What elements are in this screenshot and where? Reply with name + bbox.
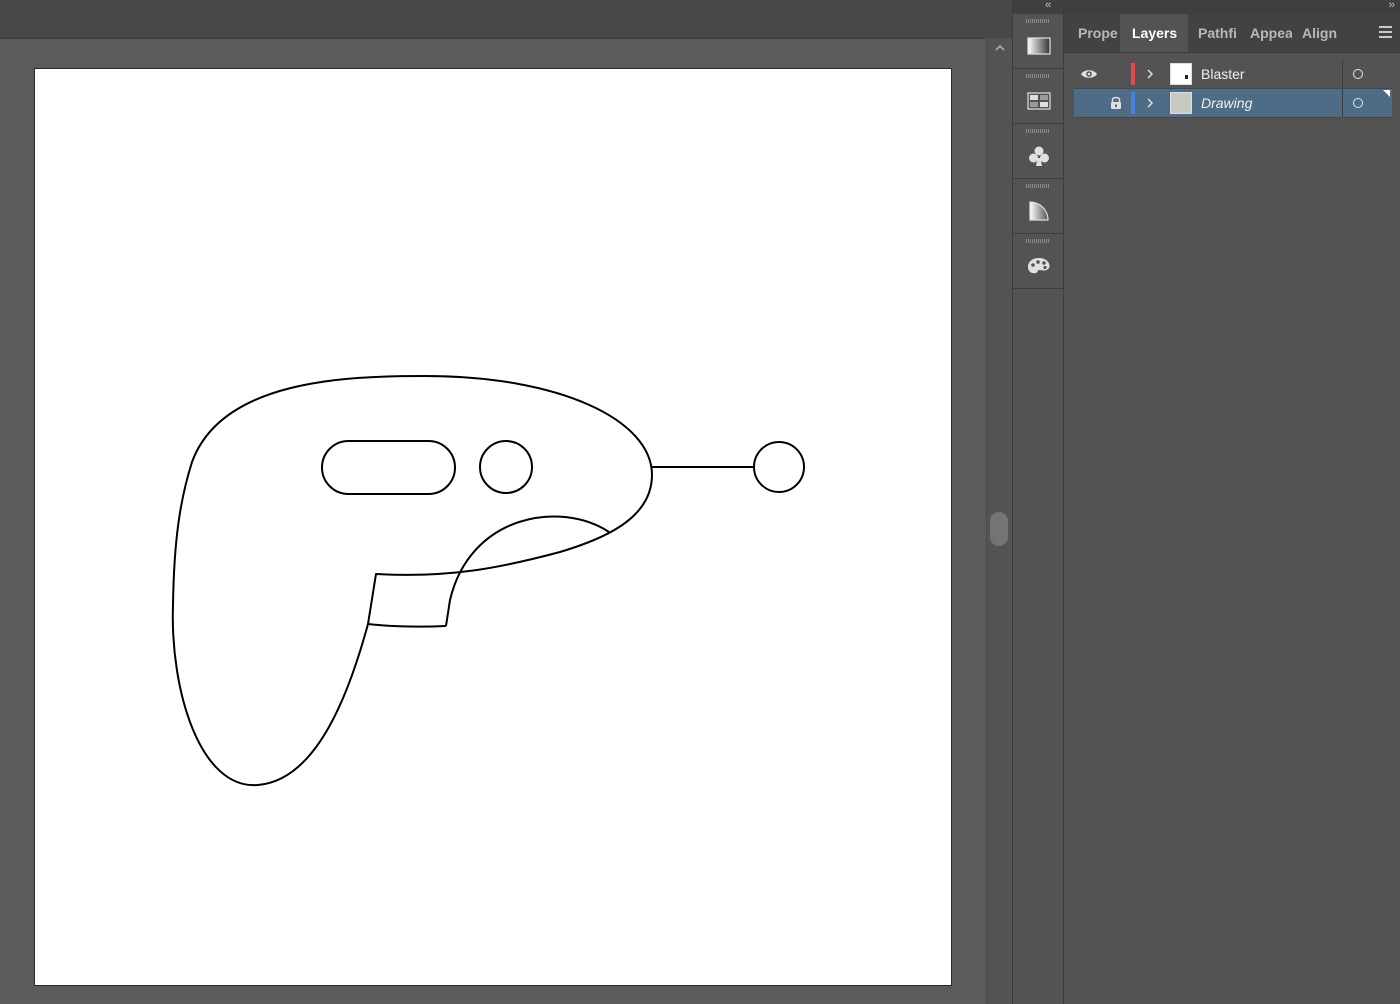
- lock-toggle-empty[interactable]: [1104, 60, 1128, 88]
- tab-appearance[interactable]: Appea: [1240, 14, 1292, 52]
- dock-group-gradient: [1013, 14, 1063, 69]
- target-circle-icon[interactable]: [1353, 69, 1363, 79]
- vertical-scrollbar[interactable]: [986, 38, 1013, 1004]
- layer-name[interactable]: Drawing: [1201, 89, 1252, 117]
- dock-group-brushes: [1013, 234, 1063, 289]
- dock-group-symbols: [1013, 124, 1063, 179]
- tab-properties[interactable]: Prope: [1064, 14, 1120, 52]
- chevron-right-icon[interactable]: [1144, 66, 1156, 82]
- layer-row-blaster[interactable]: Blaster: [1074, 60, 1392, 89]
- collapse-right-icon[interactable]: ››: [1389, 0, 1395, 11]
- brushes-icon[interactable]: [1026, 254, 1052, 278]
- grip-handle[interactable]: [1026, 129, 1050, 133]
- visibility-toggle-empty[interactable]: [1078, 89, 1100, 117]
- layer-thumbnail: [1170, 63, 1192, 85]
- scroll-thumb[interactable]: [990, 512, 1008, 546]
- row-separator: [1342, 60, 1343, 88]
- tab-align[interactable]: Align: [1292, 14, 1342, 52]
- swatches-icon[interactable]: [1026, 89, 1052, 113]
- panel-menu-icon[interactable]: [1379, 26, 1392, 38]
- selected-layer-indicator: [1383, 90, 1390, 97]
- layers-panel: ›› Prope Layers Pathfi Appea Align Blast…: [1064, 0, 1400, 1004]
- artboard[interactable]: [34, 68, 952, 986]
- visibility-eye-icon[interactable]: [1078, 60, 1100, 88]
- panel-tab-bar: Prope Layers Pathfi Appea Align: [1064, 14, 1400, 53]
- layer-color-bar: [1131, 63, 1135, 85]
- target-circle-icon[interactable]: [1353, 98, 1363, 108]
- layers-list: Blaster Drawing: [1074, 60, 1392, 118]
- scroll-up-icon[interactable]: [993, 42, 1007, 56]
- panel-header: ››: [1064, 0, 1400, 14]
- collapse-left-icon[interactable]: ‹‹: [1045, 0, 1051, 11]
- grip-handle[interactable]: [1026, 19, 1050, 23]
- gradient-icon[interactable]: [1026, 34, 1052, 58]
- dock-header: ‹‹: [1013, 0, 1063, 14]
- grip-handle[interactable]: [1026, 184, 1050, 188]
- grip-handle[interactable]: [1026, 74, 1050, 78]
- tab-layers[interactable]: Layers: [1120, 14, 1188, 52]
- symbols-icon[interactable]: [1026, 144, 1052, 168]
- document-canvas-area[interactable]: [0, 0, 1013, 1004]
- layer-color-bar: [1131, 92, 1135, 114]
- layer-thumbnail: [1170, 92, 1192, 114]
- chevron-right-icon[interactable]: [1144, 95, 1156, 111]
- row-separator: [1342, 89, 1343, 117]
- document-top-strip: [0, 0, 1012, 39]
- lock-icon[interactable]: [1104, 89, 1128, 117]
- graphic-styles-icon[interactable]: [1026, 199, 1052, 223]
- tab-pathfinder[interactable]: Pathfi: [1188, 14, 1240, 52]
- grip-handle[interactable]: [1026, 239, 1050, 243]
- dock-group-swatches: [1013, 69, 1063, 124]
- dock-group-graphic-styles: [1013, 179, 1063, 234]
- layer-name[interactable]: Blaster: [1201, 60, 1245, 88]
- panel-icon-dock: ‹‹: [1012, 0, 1064, 1004]
- layer-row-drawing[interactable]: Drawing: [1074, 89, 1392, 118]
